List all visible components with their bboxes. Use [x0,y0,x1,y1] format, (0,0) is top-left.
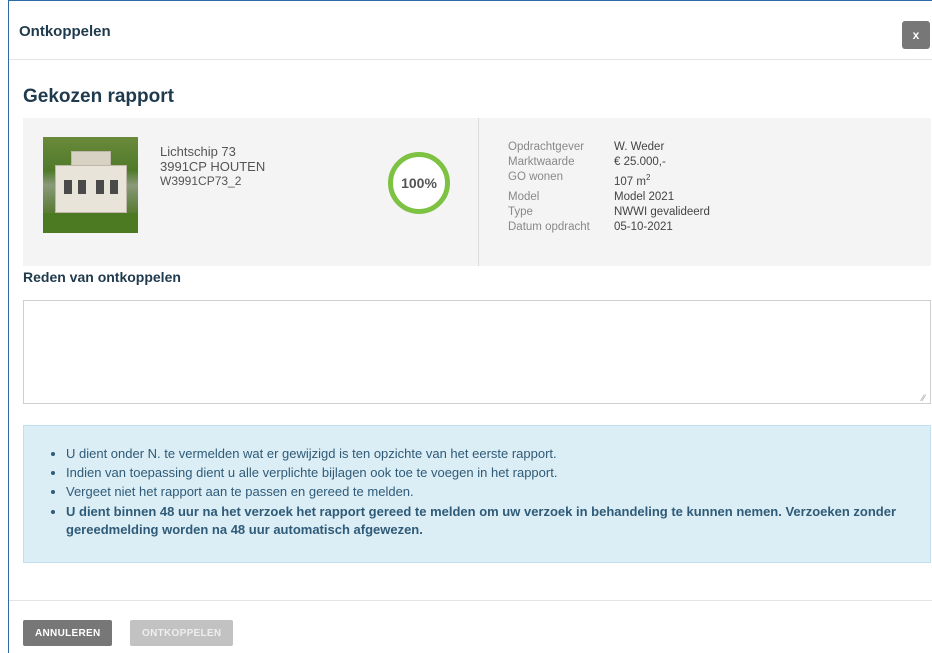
detail-row: Datum opdracht 05-10-2021 [508,220,710,235]
detail-row: Marktwaarde € 25.000,- [508,155,710,170]
progress-value: 100% [401,175,437,191]
detail-row: Opdrachtgever W. Weder [508,140,710,155]
close-button[interactable]: x [902,21,930,49]
detail-value-sup: 2 [645,173,651,182]
disconnect-button[interactable]: ONTKOPPELEN [130,620,234,646]
report-reference: W3991CP73_2 [160,174,242,188]
info-list: U dient onder N. te vermelden wat er gew… [66,446,896,542]
cancel-button[interactable]: ANNULEREN [23,620,113,646]
progress-ring: 100% [388,152,450,214]
detail-value: W. Weder [614,141,665,153]
detail-key: Model [508,190,540,203]
modal-title: Ontkoppelen [19,23,111,40]
info-box: U dient onder N. te vermelden wat er gew… [23,425,931,563]
resize-handle-icon[interactable]: ⁄⁄ [922,394,930,403]
detail-key: Datum opdracht [508,220,590,233]
detail-value: 107 m2 [614,170,650,190]
reason-label: Reden van ontkoppelen [23,269,181,285]
address-street: Lichtschip 73 [160,144,236,159]
detail-value: 05-10-2021 [614,220,673,233]
footer-divider [9,600,932,601]
detail-key: Marktwaarde [508,156,575,168]
detail-value-base: 107 m [614,175,646,188]
info-item-warning: U dient binnen 48 uur na het verzoek het… [66,503,896,539]
modal-header: Ontkoppelen x [9,1,932,60]
report-address: Lichtschip 73 3991CP HOUTEN W3991CP73_2 [160,144,265,189]
detail-value: € 25.000,- [614,156,666,168]
address-city: 3991CP HOUTEN [160,159,266,174]
detail-key: GO wonen [508,171,563,183]
detail-key: Opdrachtgever [508,141,585,153]
detail-value: Model 2021 [614,190,675,203]
detail-row: Model Model 2021 [508,190,710,205]
info-item: Indien van toepassing dient u alle verpl… [66,465,896,481]
info-item: Vergeet niet het rapport aan te passen e… [66,484,896,500]
detail-row: GO wonen 107 m2 [508,170,710,190]
property-photo [43,137,138,233]
info-item: U dient onder N. te vermelden wat er gew… [66,446,896,462]
section-title: Gekozen rapport [23,86,174,107]
detail-value: NWWI gevalideerd [614,205,710,218]
report-details: Opdrachtgever W. Weder Marktwaarde € 25.… [508,140,710,235]
disconnect-modal: Ontkoppelen x Gekozen rapport Lichtschip… [8,0,932,653]
card-divider [478,118,479,266]
reason-textarea[interactable] [23,300,931,404]
detail-key: Type [508,205,533,218]
detail-row: Type NWWI gevalideerd [508,205,710,220]
report-card: Lichtschip 73 3991CP HOUTEN W3991CP73_2 … [23,118,931,266]
